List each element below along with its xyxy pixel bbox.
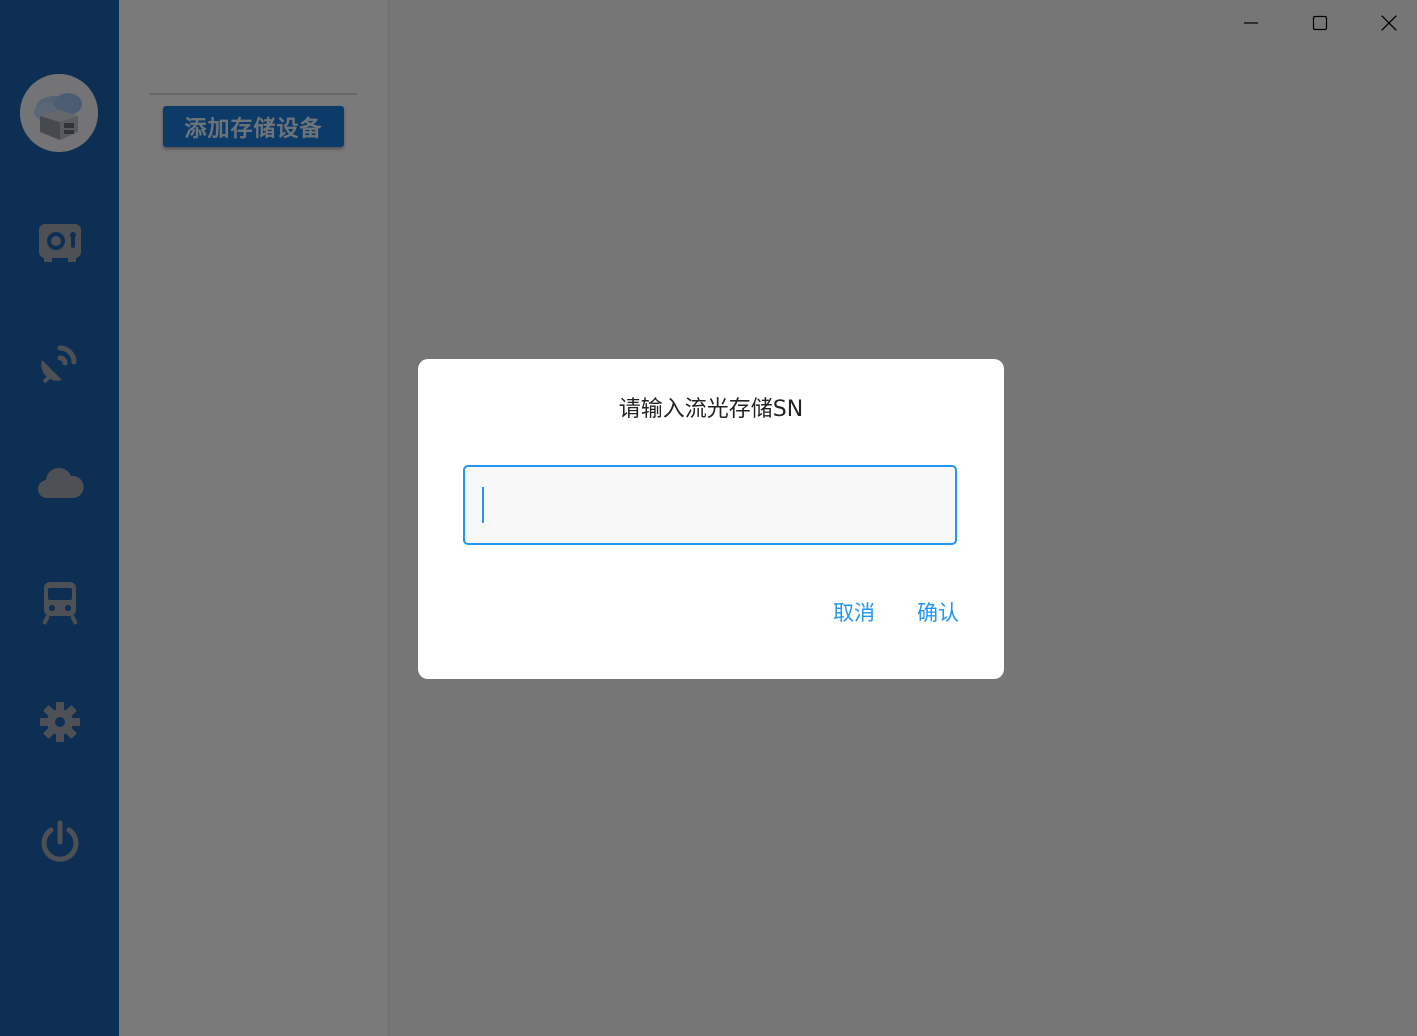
confirm-button[interactable]: 确认 (917, 597, 959, 627)
text-caret (482, 487, 484, 523)
app-window: 添加存储设备 请输入流光存储SN 取消 确认 (0, 0, 1417, 1036)
dialog-title: 请输入流光存储SN (618, 397, 804, 422)
cancel-button[interactable]: 取消 (833, 597, 875, 627)
sn-input[interactable] (463, 465, 957, 545)
sn-input-dialog: 请输入流光存储SN 取消 确认 (418, 359, 1004, 679)
